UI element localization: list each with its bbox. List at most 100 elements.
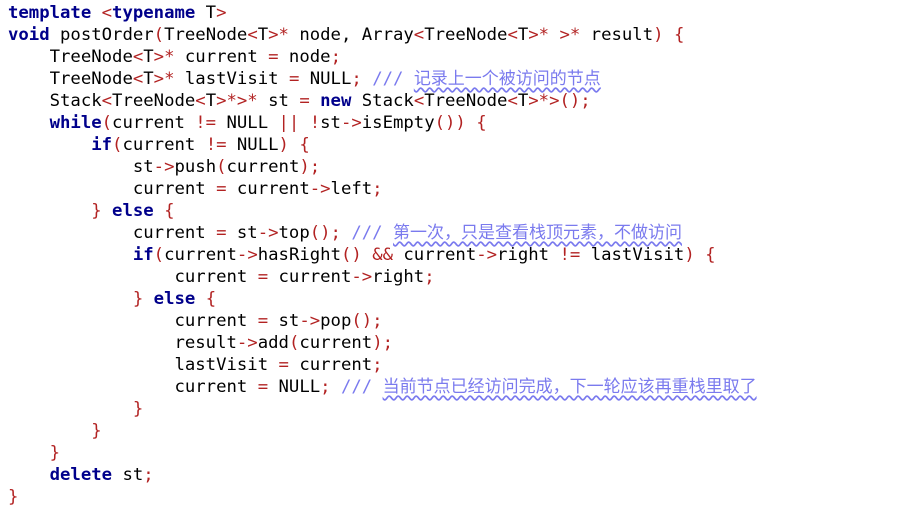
- operator-token: <: [132, 69, 144, 89]
- code-line: TreeNode<T>* current = node;: [0, 46, 914, 68]
- identifier-token: add: [257, 333, 289, 353]
- identifier-token: current: [174, 47, 269, 67]
- identifier-token: [664, 25, 674, 45]
- identifier-token: current: [288, 355, 373, 375]
- identifier-token: [310, 91, 320, 111]
- keyword-token: if: [8, 135, 113, 155]
- operator-token: =: [278, 355, 289, 375]
- identifier-token: Stack: [351, 91, 414, 111]
- comment-marker: ///: [372, 69, 414, 89]
- operator-token: (: [101, 113, 113, 133]
- operator-token: (: [216, 157, 227, 177]
- operator-token: =: [268, 47, 279, 67]
- code-line: current = current->left;: [0, 178, 914, 200]
- identifier-token: current: [164, 245, 237, 265]
- operator-token: ->: [299, 311, 321, 331]
- operator-token: ->: [257, 223, 279, 243]
- identifier-token: top: [278, 223, 310, 243]
- identifier-token: current: [122, 135, 206, 155]
- identifier-token: hasRight: [257, 245, 341, 265]
- identifier-token: NULL: [299, 69, 352, 89]
- keyword-token: else: [153, 289, 196, 309]
- operator-token: ->: [340, 113, 362, 133]
- identifier-token: current: [8, 377, 258, 397]
- code-line: } else {: [0, 288, 914, 310]
- keyword-token: while: [8, 113, 102, 133]
- operator-token: (: [153, 25, 165, 45]
- identifier-token: [299, 113, 309, 133]
- identifier-token: st: [257, 91, 300, 111]
- identifier-token: current: [299, 333, 373, 353]
- keyword-token: void: [8, 25, 50, 45]
- code-line: }: [0, 486, 914, 508]
- operator-token: }: [8, 443, 61, 463]
- operator-token: ;: [320, 377, 331, 397]
- operator-token: <: [132, 47, 144, 67]
- identifier-token: [154, 201, 164, 221]
- operator-token: >*: [153, 47, 175, 67]
- code-line: }: [0, 420, 914, 442]
- keyword-token: if: [8, 245, 154, 265]
- identifier-token: current: [8, 311, 258, 331]
- operator-token: >*: [153, 69, 175, 89]
- operator-token: ;: [580, 91, 591, 111]
- comment-marker: ///: [351, 223, 393, 243]
- identifier-token: NULL: [216, 113, 279, 133]
- operator-token: <: [195, 91, 206, 111]
- operator-token: ): [684, 245, 695, 265]
- identifier-token: lastVisit: [8, 355, 279, 375]
- code-line: } else {: [0, 200, 914, 222]
- code-line: if(current->hasRight() && current->right…: [0, 244, 914, 266]
- keyword-token: template: [8, 3, 92, 23]
- operator-token: ;: [372, 355, 383, 375]
- operator-token: <: [101, 3, 113, 23]
- operator-token: >*: [528, 25, 550, 45]
- code-line: template <typename T>: [0, 2, 914, 24]
- operator-token: <: [507, 25, 518, 45]
- identifier-token: lastVisit: [580, 245, 685, 265]
- identifier-token: current: [226, 157, 300, 177]
- identifier-token: st: [320, 113, 341, 133]
- operator-token: =: [299, 91, 310, 111]
- code-line: lastVisit = current;: [0, 354, 914, 376]
- keyword-token: else: [112, 201, 154, 221]
- operator-token: ->: [351, 267, 373, 287]
- operator-token: >*: [559, 25, 581, 45]
- operator-token: =: [257, 377, 269, 397]
- operator-token: );: [299, 157, 321, 177]
- operator-token: !: [309, 113, 321, 133]
- code-line: current = NULL; /// 当前节点已经访问完成，下一轮应该再重栈里…: [0, 376, 914, 398]
- code-editor[interactable]: template <typename T> void postOrder(Tree…: [0, 0, 914, 517]
- operator-token: >*>(): [528, 91, 581, 111]
- operator-token: (: [153, 245, 165, 265]
- identifier-token: [143, 289, 153, 309]
- operator-token: ;: [424, 267, 435, 287]
- identifier-token: [195, 289, 205, 309]
- code-line: current = current->right;: [0, 266, 914, 288]
- identifier-token: TreeNode: [8, 47, 133, 67]
- code-line: while(current != NULL || !st->isEmpty())…: [0, 112, 914, 134]
- operator-token: (: [288, 333, 300, 353]
- keyword-token: typename: [112, 3, 196, 23]
- operator-token: ;: [143, 465, 154, 485]
- code-line: current = st->top(); /// 第一次，只是查看栈顶元素，不做…: [0, 222, 914, 244]
- operator-token: =: [216, 179, 227, 199]
- code-line: Stack<TreeNode<T>*>* st = new Stack<Tree…: [0, 90, 914, 112]
- operator-token: <: [413, 91, 425, 111]
- operator-token: }: [8, 201, 102, 221]
- operator-token: {: [476, 113, 487, 133]
- identifier-token: isEmpty: [361, 113, 435, 133]
- identifier-token: postOrder: [49, 25, 154, 45]
- operator-token: <: [247, 25, 258, 45]
- operator-token: }: [8, 421, 102, 441]
- keyword-token: new: [320, 91, 352, 111]
- operator-token: ();: [309, 223, 341, 243]
- identifier-token: [362, 245, 372, 265]
- operator-token: <: [101, 91, 113, 111]
- code-line: st->push(current);: [0, 156, 914, 178]
- operator-token: {: [673, 25, 685, 45]
- identifier-token: NULL: [226, 135, 279, 155]
- operator-token: }: [8, 289, 144, 309]
- identifier-token: current: [112, 113, 196, 133]
- identifier-token: [91, 3, 101, 23]
